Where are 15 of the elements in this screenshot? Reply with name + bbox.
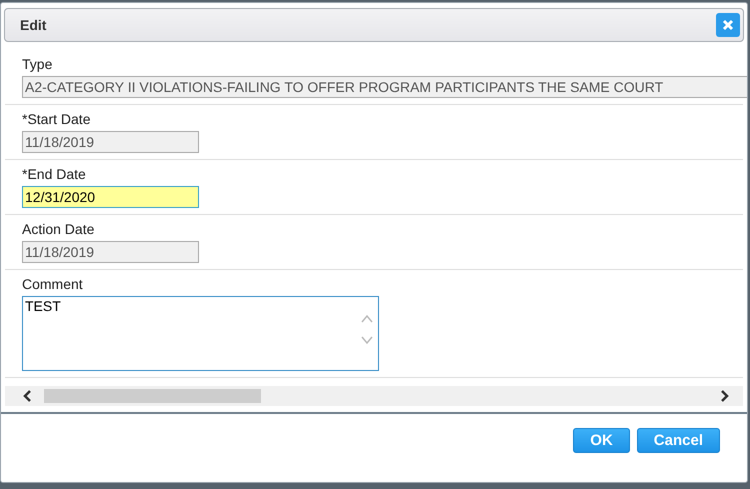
field-label: *End Date [22,166,87,182]
scroll-thumb[interactable] [44,389,261,403]
field-label: *Start Date [22,111,92,127]
field-label: Comment [22,276,84,292]
field-label: Type [22,56,54,72]
field-label: Action Date [22,221,96,237]
comment-field[interactable]: TEST [22,296,379,371]
horizontal-scrollbar[interactable] [5,386,743,406]
scroll-right-icon[interactable] [720,390,729,402]
date-field[interactable]: 12/31/2020 [22,186,199,208]
spin-arrows-icon [360,313,374,347]
close-icon [722,19,734,31]
close-button[interactable] [716,13,740,37]
scroll-left-icon[interactable] [23,390,32,402]
dialog-title: Edit [20,17,46,33]
